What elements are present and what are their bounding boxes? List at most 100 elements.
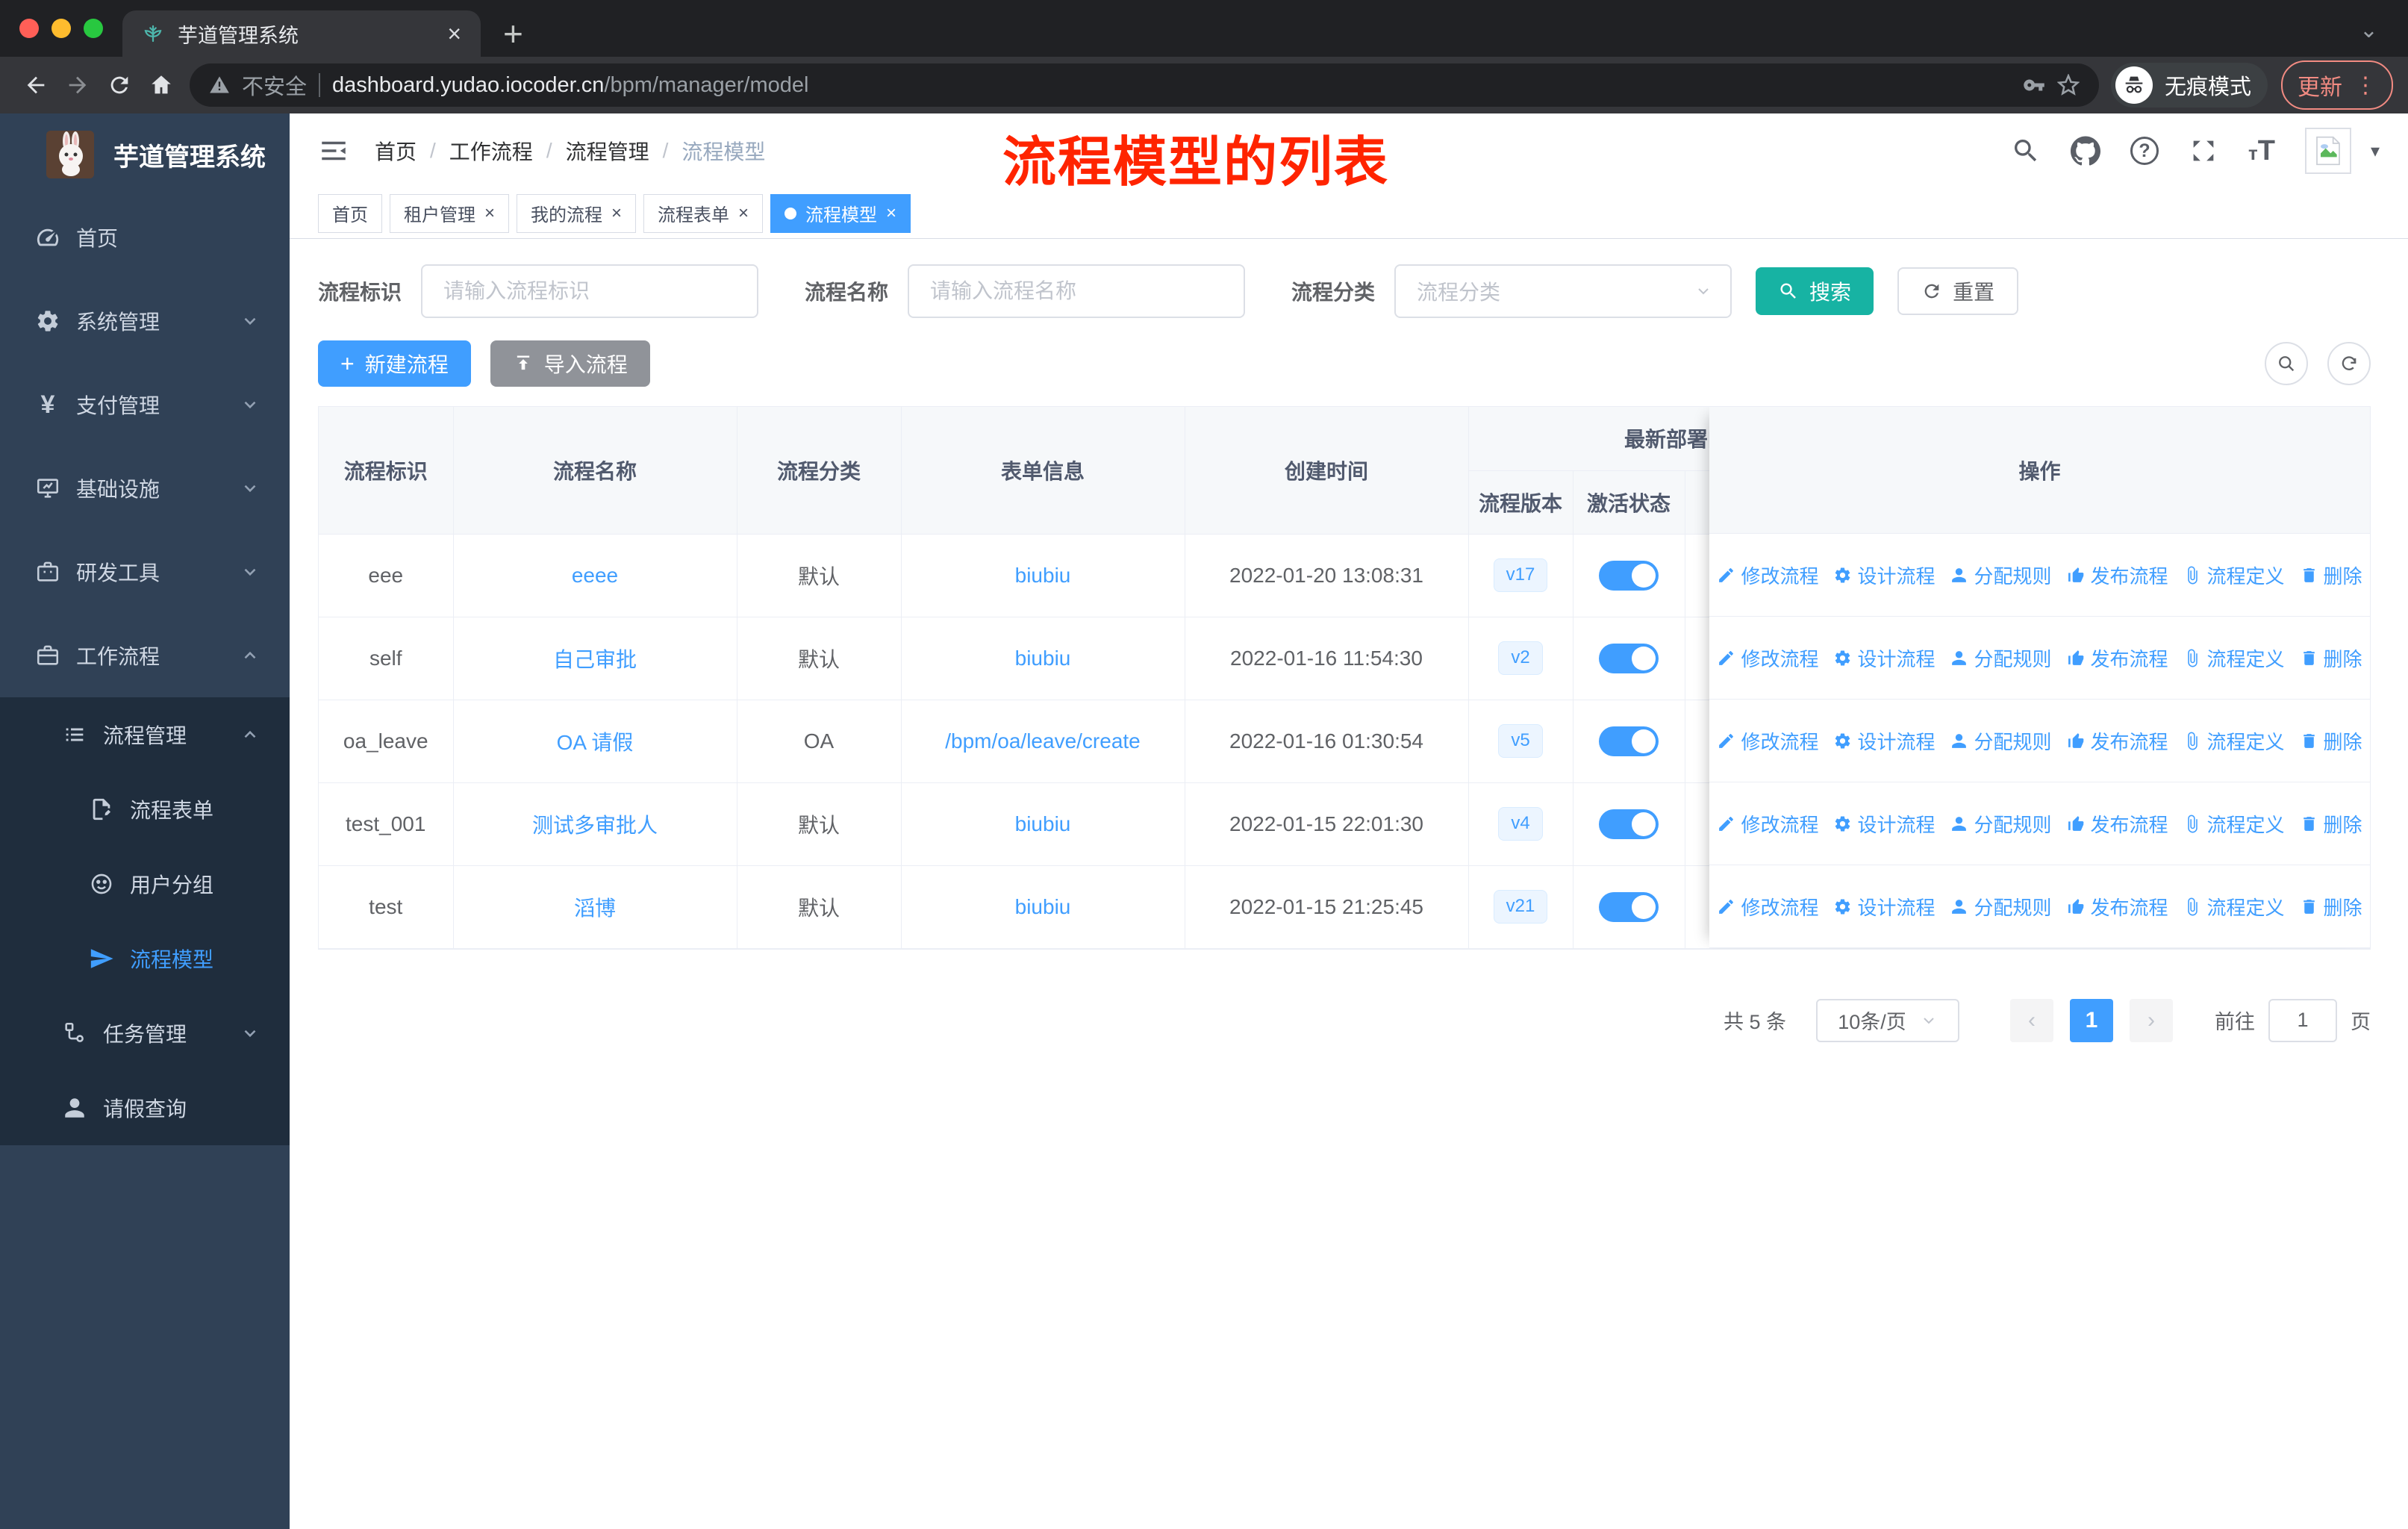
edit-process-link[interactable]: 修改流程 — [1717, 561, 1818, 589]
publish-process-link[interactable]: 发布流程 — [2067, 727, 2168, 755]
delete-link[interactable]: 删除 — [2300, 644, 2362, 672]
tag-my-process[interactable]: 我的流程 × — [517, 193, 637, 233]
fullscreen-icon[interactable] — [2189, 136, 2218, 166]
refresh-table-button[interactable] — [2327, 342, 2371, 385]
help-icon[interactable]: ? — [2130, 137, 2159, 165]
design-process-link[interactable]: 设计流程 — [1833, 893, 1935, 921]
process-definition-link[interactable]: 流程定义 — [2183, 727, 2285, 755]
edit-process-link[interactable]: 修改流程 — [1717, 810, 1818, 838]
sidebar-fold-icon[interactable] — [318, 135, 349, 166]
edit-process-link[interactable]: 修改流程 — [1717, 644, 1818, 672]
status-toggle[interactable] — [1599, 560, 1659, 591]
browser-tab[interactable]: 芋道管理系统 × — [122, 10, 481, 57]
github-icon[interactable] — [2071, 136, 2100, 166]
page-size-select[interactable]: 10条/页 — [1816, 998, 1959, 1042]
status-toggle[interactable] — [1599, 643, 1659, 673]
form-info-link[interactable]: /bpm/oa/leave/create — [945, 729, 1141, 753]
show-search-button[interactable] — [2265, 342, 2308, 385]
sidebar-item-user-group[interactable]: 用户分组 — [0, 847, 290, 921]
import-process-button[interactable]: 导入流程 — [490, 340, 650, 387]
avatar-caret-icon[interactable]: ▾ — [2371, 140, 2380, 162]
prev-page-button[interactable]: ‹ — [2010, 998, 2053, 1042]
close-icon[interactable]: × — [611, 204, 622, 222]
sidebar-item-infrastructure[interactable]: 基础设施 — [0, 446, 290, 530]
design-process-link[interactable]: 设计流程 — [1833, 644, 1935, 672]
search-icon[interactable] — [2011, 136, 2041, 166]
design-process-link[interactable]: 设计流程 — [1833, 727, 1935, 755]
sidebar-item-leave-query[interactable]: 请假查询 — [0, 1071, 290, 1145]
sidebar-item-dev-tools[interactable]: 研发工具 — [0, 530, 290, 614]
close-window-button[interactable] — [19, 19, 39, 38]
sidebar-item-task-management[interactable]: 任务管理 — [0, 996, 290, 1071]
process-category-select[interactable]: 流程分类 — [1394, 264, 1732, 318]
form-info-link[interactable]: biubiu — [1015, 647, 1071, 670]
sidebar-item-process-management[interactable]: 流程管理 — [0, 697, 290, 772]
process-definition-link[interactable]: 流程定义 — [2183, 893, 2285, 921]
sidebar-item-system[interactable]: 系统管理 — [0, 279, 290, 363]
process-name-link[interactable]: eeee — [572, 564, 618, 587]
assign-rule-link[interactable]: 分配规则 — [1950, 727, 2052, 755]
breadcrumb-item[interactable]: 工作流程 — [449, 136, 533, 166]
breadcrumb-item[interactable]: 流程管理 — [566, 136, 649, 166]
avatar[interactable] — [2304, 128, 2351, 174]
delete-link[interactable]: 删除 — [2300, 727, 2362, 755]
close-icon[interactable]: × — [738, 204, 749, 222]
page-number-1[interactable]: 1 — [2070, 998, 2113, 1042]
star-icon[interactable] — [2056, 74, 2080, 96]
breadcrumb-item[interactable]: 首页 — [375, 136, 417, 166]
close-icon[interactable]: × — [484, 204, 495, 222]
process-definition-link[interactable]: 流程定义 — [2183, 810, 2285, 838]
publish-process-link[interactable]: 发布流程 — [2067, 561, 2168, 589]
maximize-window-button[interactable] — [84, 19, 103, 38]
status-toggle[interactable] — [1599, 809, 1659, 839]
tag-home[interactable]: 首页 — [318, 193, 382, 233]
back-icon[interactable] — [15, 64, 57, 106]
assign-rule-link[interactable]: 分配规则 — [1950, 810, 2052, 838]
publish-process-link[interactable]: 发布流程 — [2067, 644, 2168, 672]
design-process-link[interactable]: 设计流程 — [1833, 561, 1935, 589]
tab-search-chevron-icon[interactable]: ⌄ — [2359, 17, 2378, 43]
assign-rule-link[interactable]: 分配规则 — [1950, 893, 2052, 921]
next-page-button[interactable]: › — [2130, 998, 2173, 1042]
edit-process-link[interactable]: 修改流程 — [1717, 893, 1818, 921]
process-name-link[interactable]: 测试多审批人 — [532, 814, 658, 837]
status-toggle[interactable] — [1599, 726, 1659, 756]
delete-link[interactable]: 删除 — [2300, 561, 2362, 589]
sidebar-item-process-model[interactable]: 流程模型 — [0, 921, 290, 996]
sidebar-item-workflow[interactable]: 工作流程 — [0, 614, 290, 697]
sidebar-item-process-form[interactable]: 流程表单 — [0, 772, 290, 847]
process-name-link[interactable]: OA 请假 — [557, 731, 634, 754]
home-icon[interactable] — [140, 64, 182, 106]
edit-process-link[interactable]: 修改流程 — [1717, 727, 1818, 755]
process-name-input[interactable] — [908, 264, 1246, 318]
address-bar[interactable]: 不安全 dashboard.yudao.iocoder.cn/bpm/manag… — [190, 63, 2099, 107]
process-definition-link[interactable]: 流程定义 — [2183, 561, 2285, 589]
design-process-link[interactable]: 设计流程 — [1833, 810, 1935, 838]
minimize-window-button[interactable] — [52, 19, 71, 38]
reload-icon[interactable] — [99, 64, 140, 106]
reset-button[interactable]: 重置 — [1897, 267, 2019, 315]
update-button[interactable]: 更新 ⋮ — [2281, 60, 2393, 110]
process-key-input[interactable] — [421, 264, 759, 318]
search-button[interactable]: 搜索 — [1756, 267, 1874, 315]
tag-process-form[interactable]: 流程表单 × — [643, 193, 764, 233]
form-info-link[interactable]: biubiu — [1015, 895, 1071, 918]
key-icon[interactable] — [2023, 74, 2045, 96]
sidebar-item-home[interactable]: 首页 — [0, 196, 290, 279]
process-definition-link[interactable]: 流程定义 — [2183, 644, 2285, 672]
font-size-icon[interactable]: тT — [2248, 135, 2275, 167]
tag-tenant[interactable]: 租户管理 × — [390, 193, 510, 233]
close-icon[interactable]: × — [886, 204, 896, 222]
form-info-link[interactable]: biubiu — [1015, 564, 1071, 587]
tab-close-icon[interactable]: × — [447, 22, 461, 46]
sidebar-item-payment[interactable]: ¥ 支付管理 — [0, 363, 290, 446]
delete-link[interactable]: 删除 — [2300, 810, 2362, 838]
assign-rule-link[interactable]: 分配规则 — [1950, 561, 2052, 589]
tag-process-model[interactable]: 流程模型 × — [770, 193, 911, 233]
publish-process-link[interactable]: 发布流程 — [2067, 810, 2168, 838]
browser-menu-icon[interactable]: ⋮ — [2354, 72, 2377, 99]
assign-rule-link[interactable]: 分配规则 — [1950, 644, 2052, 672]
logo[interactable]: 芋道管理系统 — [0, 113, 290, 196]
process-name-link[interactable]: 自己审批 — [553, 648, 637, 671]
forward-icon[interactable] — [57, 64, 99, 106]
